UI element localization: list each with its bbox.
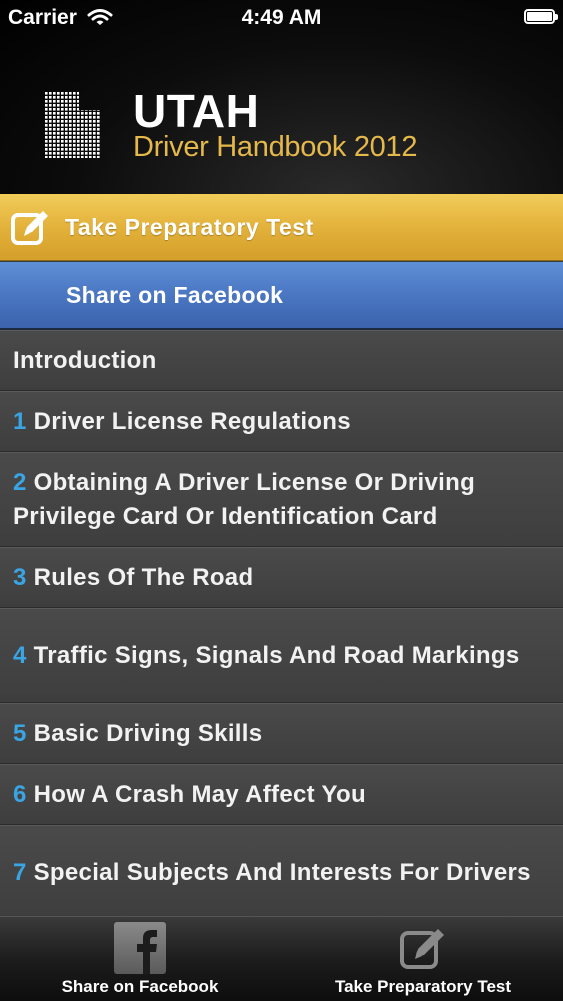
chapter-row[interactable]: 1 Driver License Regulations: [0, 391, 563, 452]
chapter-row[interactable]: 6 How A Crash May Affect You: [0, 764, 563, 825]
facebook-icon: [114, 922, 166, 974]
chapter-number: 3: [13, 563, 27, 591]
chapter-title: Rules Of The Road: [33, 563, 254, 591]
edit-icon: [400, 929, 444, 969]
chapter-row[interactable]: 3 Rules Of The Road: [0, 547, 563, 608]
chapter-title: Introduction: [13, 346, 157, 374]
tab-facebook-label: Share on Facebook: [61, 977, 219, 996]
tab-take-test[interactable]: Take Preparatory Test: [283, 917, 563, 1001]
utah-map-icon: [45, 92, 101, 158]
chapter-title: How A Crash May Affect You: [33, 780, 366, 808]
status-bar: Carrier 4:49 AM: [0, 0, 563, 38]
chapter-number: 7: [13, 858, 27, 886]
chapter-row[interactable]: 7 Special Subjects And Interests For Dri…: [0, 825, 563, 920]
chapter-number: 6: [13, 780, 27, 808]
tab-share-facebook[interactable]: Share on Facebook: [0, 917, 280, 1001]
chapter-title: Basic Driving Skills: [33, 719, 263, 747]
chapter-number: 1: [13, 407, 27, 435]
chapter-row[interactable]: 2 Obtaining A Driver License Or Driving …: [0, 452, 563, 547]
chapter-row[interactable]: Introduction: [0, 330, 563, 391]
page-subtitle: Driver Handbook 2012: [133, 131, 418, 163]
chapter-title: Obtaining A Driver License Or Driving Pr…: [13, 468, 476, 530]
tab-test-label: Take Preparatory Test: [334, 977, 512, 996]
share-facebook-label: Share on Facebook: [66, 281, 284, 308]
page-title: UTAH: [133, 85, 260, 137]
app-header: Carrier 4:49 AM UTAH Driver Handbook 201…: [0, 0, 563, 194]
edit-icon: [11, 211, 48, 245]
chapter-title: Driver License Regulations: [33, 407, 351, 435]
chapter-number: 5: [13, 719, 27, 747]
chapter-row[interactable]: 5 Basic Driving Skills: [0, 703, 563, 764]
chapter-row[interactable]: 4 Traffic Signs, Signals And Road Markin…: [0, 608, 563, 703]
take-test-label: Take Preparatory Test: [65, 213, 314, 240]
chapter-title: Special Subjects And Interests For Drive…: [33, 858, 531, 886]
chapter-list: Introduction 1 Driver License Regulation…: [0, 330, 563, 920]
status-time: 4:49 AM: [241, 6, 322, 29]
battery-icon: [524, 9, 558, 24]
chapter-title: Traffic Signs, Signals And Road Markings: [33, 641, 520, 669]
chapter-number: 2: [13, 468, 27, 496]
take-test-button[interactable]: Take Preparatory Test: [0, 194, 563, 261]
tab-bar: Share on Facebook Take Preparatory Test: [0, 916, 563, 1001]
share-facebook-button[interactable]: Share on Facebook: [0, 262, 563, 330]
chapter-number: 4: [13, 641, 27, 669]
